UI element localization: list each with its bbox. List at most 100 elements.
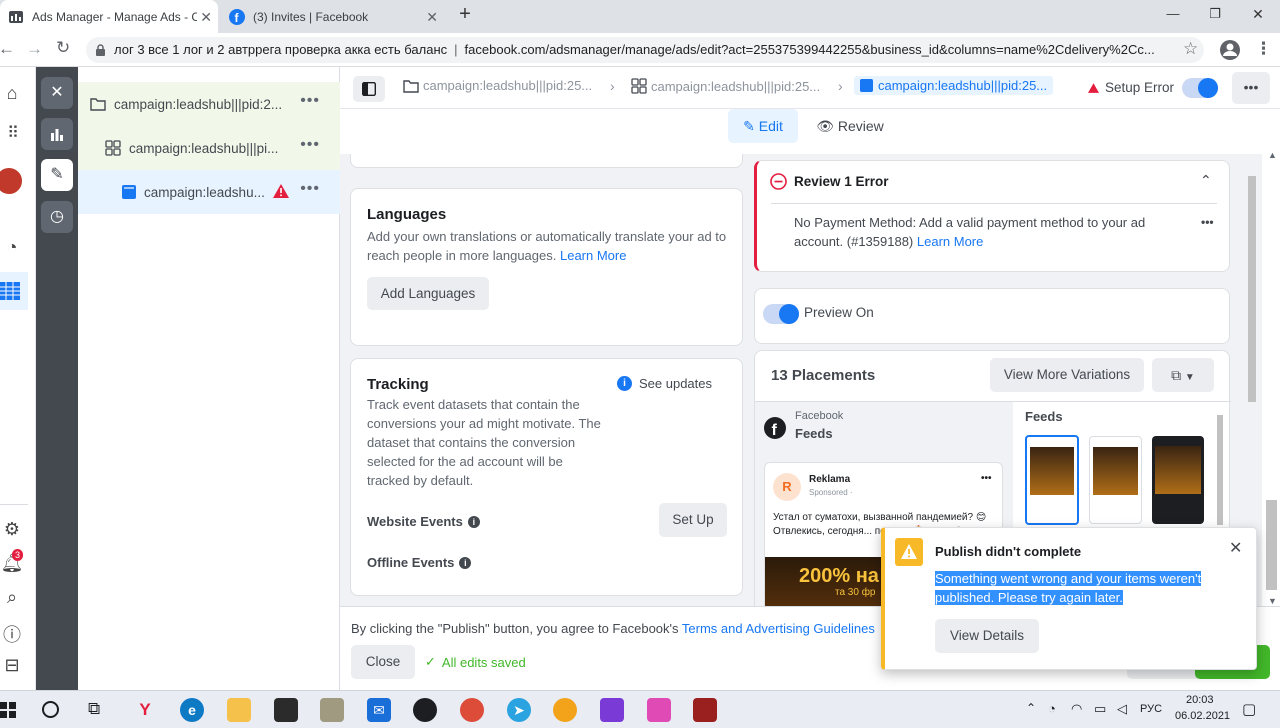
tab-invites-facebook[interactable]: f (3) Invites | Facebook ✕ (221, 0, 444, 33)
see-updates-link[interactable]: i See updates (617, 376, 712, 391)
view-details-button[interactable]: View Details (935, 619, 1039, 653)
more-options-icon[interactable]: ••• (300, 136, 320, 154)
tracking-section: Tracking i See updates Track event datas… (350, 358, 743, 596)
terms-link[interactable]: Terms and Advertising Guidelines (682, 621, 875, 636)
info-icon[interactable]: i (459, 556, 472, 569)
content-scrollbar[interactable] (1248, 176, 1256, 402)
clock-date[interactable]: 06.02.2021 (1175, 710, 1230, 722)
ad-square-icon (860, 79, 873, 92)
winrar-icon[interactable] (693, 698, 717, 722)
game-icon[interactable] (600, 698, 624, 722)
app-icon[interactable] (553, 698, 577, 722)
tab-ads-manager[interactable]: Ads Manager - Manage Ads - Ca ✕ (0, 0, 218, 33)
windows-start-icon[interactable] (0, 702, 16, 718)
maximize-button[interactable]: ❐ (1205, 6, 1225, 22)
reporting-chart-icon[interactable] (41, 118, 73, 150)
search-circle-icon[interactable] (42, 701, 59, 718)
tree-item-ad[interactable]: campaign:leadshu... ••• (78, 170, 340, 214)
volume-icon[interactable]: ◁ (1117, 701, 1127, 717)
more-options-icon[interactable]: ••• (1201, 215, 1214, 229)
reload-icon[interactable]: ↻ (56, 38, 70, 58)
view-more-variations-button[interactable]: View More Variations (990, 358, 1144, 392)
more-options-button[interactable]: ••• (1232, 72, 1270, 104)
placement-thumb-marketplace[interactable] (1089, 436, 1142, 524)
store-icon[interactable] (274, 698, 298, 722)
tree-item-adset[interactable]: campaign:leadshub|||pi... ••• (78, 126, 340, 170)
close-button[interactable]: Close (351, 645, 415, 679)
more-options-icon[interactable]: ••• (300, 180, 320, 198)
breadcrumb-campaign[interactable]: campaign:leadshub|||pid:25... (403, 78, 592, 93)
mail-icon[interactable]: ✉ (367, 698, 391, 722)
settings-gear-icon[interactable]: ⚙ (0, 519, 24, 540)
scroll-up-icon[interactable]: ▲ (1268, 150, 1277, 160)
table-icon[interactable] (0, 282, 20, 300)
minimize-button[interactable]: — (1163, 6, 1183, 21)
tray-app-icon[interactable]: ◔ (1048, 701, 1056, 716)
toast-close-icon[interactable]: ✕ (1229, 538, 1242, 558)
more-options-icon[interactable]: ••• (300, 92, 320, 110)
tray-chevron-icon[interactable]: ⌃ (1026, 701, 1036, 715)
back-icon[interactable]: ← (0, 39, 15, 59)
breadcrumb-adset[interactable]: campaign:leadshub|||pid:25... (631, 78, 820, 94)
warning-icon (895, 538, 923, 566)
mode-switcher: ✎ Edit 👁︎ Review (340, 109, 1280, 154)
chevron-up-icon[interactable]: ⌃ (1200, 172, 1212, 189)
share-preview-button[interactable]: ⧉ ▼ (1152, 358, 1214, 392)
url-input[interactable]: лог 3 все 1 лог и 2 автррега проверка ак… (86, 37, 1204, 63)
learn-more-link[interactable]: Learn More (560, 248, 626, 263)
chrome-icon[interactable] (460, 698, 484, 722)
notification-center-icon[interactable]: ▢ (1242, 700, 1256, 718)
placements-scrollbar[interactable] (1217, 415, 1223, 525)
home-icon[interactable]: ⌂ (0, 83, 24, 104)
info-icon[interactable]: i (467, 515, 480, 528)
learn-more-link[interactable]: Learn More (917, 234, 983, 249)
set-up-button[interactable]: Set Up (659, 503, 727, 537)
history-clock-icon[interactable]: ◷ (41, 201, 73, 233)
app-circle-icon[interactable] (413, 698, 437, 722)
ad-status-toggle[interactable] (1182, 78, 1218, 98)
avatar[interactable] (0, 166, 24, 196)
editor-tool-strip: ✕ ✎ ◷ (36, 67, 78, 690)
apps-grid-icon[interactable]: ⠿ (0, 123, 24, 143)
close-window-button[interactable]: ✕ (1248, 6, 1268, 23)
speedometer-icon[interactable]: ◔ (0, 237, 24, 258)
language-indicator[interactable]: РУС (1140, 703, 1162, 715)
bookmark-star-icon[interactable]: ☆ (1183, 39, 1198, 59)
collapse-panel-icon[interactable]: ⊟ (0, 655, 24, 676)
review-mode-button[interactable]: 👁︎ Review (814, 109, 886, 143)
legal-prefix-text: By clicking the "Publish" button, you ag… (351, 621, 679, 636)
yandex-icon[interactable]: Y (133, 698, 157, 722)
edit-mode-button[interactable]: ✎ Edit (728, 109, 798, 143)
tab-close-icon[interactable]: ✕ (426, 9, 438, 26)
battery-icon[interactable]: ▭ (1094, 701, 1106, 717)
placement-thumb-stories[interactable] (1152, 436, 1204, 524)
post-sponsored: Sponsored · (809, 488, 853, 497)
edge-icon[interactable]: e (180, 698, 204, 722)
placement-thumb-feed[interactable] (1025, 435, 1079, 525)
tree-item-campaign[interactable]: campaign:leadshub|||pid:2... ••• (78, 82, 340, 126)
toggle-tree-button[interactable] (353, 76, 385, 102)
notepad-icon[interactable] (320, 698, 344, 722)
profile-avatar-icon[interactable] (1219, 39, 1241, 61)
search-icon[interactable]: ⌕ (0, 587, 24, 608)
help-icon[interactable]: ⓘ (0, 621, 24, 647)
browser-menu-icon[interactable]: ⋮ (1255, 39, 1272, 59)
page-scrollbar[interactable] (1266, 500, 1277, 590)
edit-pencil-icon[interactable]: ✎ (41, 159, 73, 191)
wifi-icon[interactable]: ◠ (1071, 701, 1082, 717)
tab-close-icon[interactable]: ✕ (200, 9, 212, 26)
scroll-down-icon[interactable]: ▼ (1268, 596, 1277, 606)
task-view-icon[interactable]: ⧉ (88, 699, 100, 719)
forward-icon[interactable]: → (26, 39, 43, 59)
close-editor-button[interactable]: ✕ (41, 77, 73, 109)
preview-toggle[interactable] (763, 304, 799, 324)
breadcrumb-ad[interactable]: campaign:leadshub|||pid:25... (854, 76, 1054, 95)
new-tab-button[interactable]: + (455, 3, 475, 26)
file-explorer-icon[interactable] (227, 698, 251, 722)
telegram-icon[interactable]: ➤ (507, 698, 531, 722)
tab-title: Ads Manager - Manage Ads - Ca (32, 9, 197, 24)
add-languages-button[interactable]: Add Languages (367, 277, 489, 310)
legal-notice: By clicking the "Publish" button, you ag… (351, 621, 875, 636)
vpn-icon[interactable] (647, 698, 671, 722)
clock-time[interactable]: 20:03 (1186, 694, 1214, 706)
